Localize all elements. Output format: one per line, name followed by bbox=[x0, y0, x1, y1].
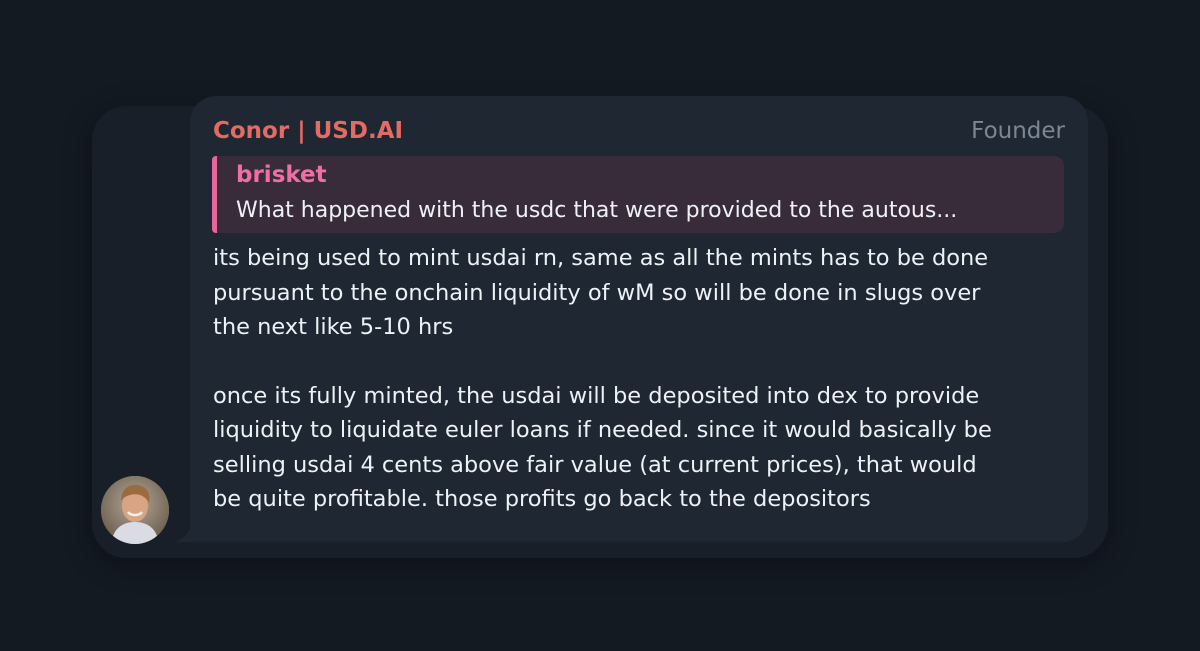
message-line: the next like 5-10 hrs bbox=[213, 314, 454, 340]
message-line: its being used to mint usdai rn, same as… bbox=[213, 245, 989, 271]
avatar-photo-icon bbox=[101, 476, 169, 544]
message-line: once its fully minted, the usdai will be… bbox=[213, 382, 980, 409]
message-line: selling usdai 4 cents above fair value (… bbox=[213, 451, 977, 478]
avatar[interactable] bbox=[101, 476, 169, 544]
sender-role-badge: Founder bbox=[971, 118, 1065, 144]
message-line: liquidity to liquidate euler loans if ne… bbox=[213, 417, 992, 443]
reply-author: brisket bbox=[236, 162, 327, 188]
message-body: its being used to mint usdai rn, same as… bbox=[213, 241, 1073, 517]
message-line: be quite profitable. those profits go ba… bbox=[213, 486, 871, 512]
reply-preview[interactable]: brisket What happened with the usdc that… bbox=[212, 156, 1064, 233]
message-line: pursuant to the onchain liquidity of wM … bbox=[213, 279, 981, 306]
reply-text: What happened with the usdc that were pr… bbox=[236, 198, 958, 223]
reply-accent-bar bbox=[212, 156, 217, 233]
sender-name[interactable]: Conor | USD.AI bbox=[213, 118, 403, 144]
chat-screenshot: Conor | USD.AI Founder brisket What happ… bbox=[0, 0, 1200, 651]
